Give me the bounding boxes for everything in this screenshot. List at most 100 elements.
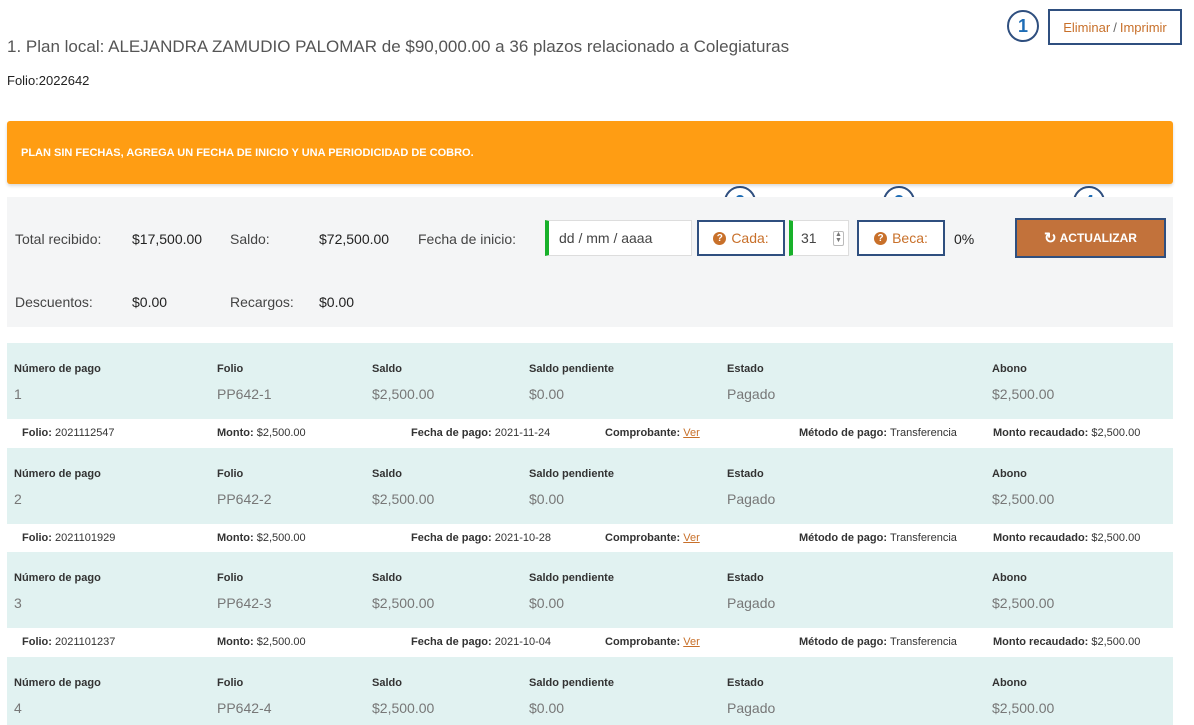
payment-abono: $2,500.00 <box>992 699 1055 716</box>
detail-label: Método de pago: <box>799 427 891 439</box>
detail-monto: Monto: $2,500.00 <box>217 427 306 439</box>
start-date-input[interactable]: dd / mm / aaaa <box>545 220 692 256</box>
detail-value: 2021101929 <box>55 531 116 544</box>
payment-abono: $2,500.00 <box>992 386 1055 402</box>
actions-separator: / <box>1113 19 1117 35</box>
payment-numero: 2 <box>14 490 22 507</box>
payment-saldo: $2,500.00 <box>372 699 435 716</box>
detail-value: $2,500.00 <box>256 427 306 439</box>
update-button[interactable]: ↻ ACTUALIZAR <box>1015 218 1166 258</box>
update-button-label: ACTUALIZAR <box>1059 231 1137 245</box>
view-receipt-link[interactable]: Ver <box>683 636 700 648</box>
detail-comprobante: Comprobante: Ver <box>605 427 700 439</box>
detail-monto-recaudado: Monto recaudado: $2,500.00 <box>993 532 1140 544</box>
payment-saldo-pendiente: $0.00 <box>529 490 565 507</box>
spinner-icon[interactable]: ▲ ▼ <box>833 231 844 246</box>
column-header-abono: Abono <box>992 363 1027 375</box>
question-circle-icon: ? <box>874 231 888 245</box>
refresh-icon: ↻ <box>1044 230 1057 247</box>
detail-label: Monto recaudado: <box>993 531 1092 544</box>
payment-estado: Pagado <box>727 595 776 611</box>
detail-label: Método de pago: <box>799 531 891 544</box>
detail-label: Monto recaudado: <box>993 636 1092 648</box>
detail-label: Monto: <box>217 427 257 439</box>
view-receipt-link[interactable]: Ver <box>683 427 700 439</box>
beca-label: Beca: <box>892 230 928 246</box>
payment-folio: PP642-4 <box>217 699 272 716</box>
payment-saldo: $2,500.00 <box>372 386 435 402</box>
delete-link[interactable]: Eliminar <box>1063 20 1110 35</box>
balance-label: Saldo: <box>230 231 270 247</box>
detail-value: $2,500.00 <box>256 636 306 648</box>
column-header-saldo: Saldo <box>372 572 402 584</box>
beca-help[interactable]: ? Beca: <box>857 220 945 256</box>
detail-label: Folio: <box>22 427 55 439</box>
column-header-estado: Estado <box>727 676 764 689</box>
marker-1: 1 <box>1007 10 1039 42</box>
payment-estado: Pagado <box>727 490 776 507</box>
detail-label: Fecha de pago: <box>411 531 495 544</box>
payment-saldo: $2,500.00 <box>372 490 435 507</box>
column-header-saldo: Saldo <box>372 363 402 375</box>
detail-value: 2021-11-24 <box>494 427 551 439</box>
payment-numero: 4 <box>14 699 22 716</box>
column-header-abono: Abono <box>992 467 1027 480</box>
start-date-placeholder: dd / mm / aaaa <box>559 230 653 246</box>
detail-value: Transferencia <box>890 636 957 648</box>
column-header-saldo-pendiente: Saldo pendiente <box>529 572 614 584</box>
payment-saldo-pendiente: $0.00 <box>529 699 565 716</box>
detail-value: $2,500.00 <box>1091 636 1141 648</box>
column-header-folio: Folio <box>217 572 244 584</box>
column-header-estado: Estado <box>727 572 764 584</box>
surcharges-value: $0.00 <box>319 294 355 310</box>
detail-value: 2021-10-04 <box>494 636 552 648</box>
detail-label: Comprobante: <box>605 427 684 439</box>
payment-row: Número de pago 2 Folio PP642-2 Saldo $2,500.0… <box>7 447 1173 524</box>
column-header-abono: Abono <box>992 676 1027 689</box>
payment-row: Número de pago 3 Folio PP642-3 Saldo $2,500.0… <box>7 552 1173 628</box>
total-received-label: Total recibido: <box>15 231 102 247</box>
plan-folio: Folio:2022642 <box>7 73 90 88</box>
cada-number-input[interactable]: 31 ▲ ▼ <box>789 220 849 256</box>
question-circle-icon: ? <box>713 231 727 245</box>
detail-value: $2,500.00 <box>1091 531 1141 544</box>
warning-alert: PLAN SIN FECHAS, AGREGA UN FECHA DE INIC… <box>7 121 1173 184</box>
detail-monto-recaudado: Monto recaudado: $2,500.00 <box>993 427 1140 439</box>
cada-help[interactable]: ? Cada: <box>697 220 785 256</box>
detail-monto-recaudado: Monto recaudado: $2,500.00 <box>993 636 1140 648</box>
column-header-folio: Folio <box>217 363 244 375</box>
detail-label: Fecha de pago: <box>411 636 495 648</box>
detail-value: $2,500.00 <box>256 531 306 544</box>
payment-saldo-pendiente: $0.00 <box>529 386 565 402</box>
detail-fecha: Fecha de pago: 2021-11-24 <box>411 427 550 439</box>
detail-value: 2021-10-28 <box>494 531 552 544</box>
payment-detail-row: Folio: 2021112547 Monto: $2,500.00 Fecha d… <box>7 419 1173 447</box>
payment-saldo: $2,500.00 <box>372 595 435 611</box>
payment-numero: 1 <box>14 386 22 402</box>
detail-label: Método de pago: <box>799 636 891 648</box>
detail-metodo: Método de pago: Transferencia <box>799 532 957 544</box>
cada-value: 31 <box>801 230 817 246</box>
column-header-saldo: Saldo <box>372 676 402 689</box>
detail-monto: Monto: $2,500.00 <box>217 532 306 544</box>
cada-label: Cada: <box>731 230 769 246</box>
column-header-estado: Estado <box>727 467 764 480</box>
payment-estado: Pagado <box>727 386 776 402</box>
detail-label: Monto: <box>217 531 257 544</box>
column-header-abono: Abono <box>992 572 1027 584</box>
detail-label: Folio: <box>22 636 55 648</box>
summary-panel <box>7 197 1173 327</box>
detail-monto: Monto: $2,500.00 <box>217 636 306 648</box>
view-receipt-link[interactable]: Ver <box>683 532 700 544</box>
print-link[interactable]: Imprimir <box>1120 20 1167 35</box>
detail-comprobante: Comprobante: Ver <box>605 636 700 648</box>
beca-value: 0% <box>954 231 975 247</box>
start-date-label: Fecha de inicio: <box>418 231 517 247</box>
detail-label: Monto recaudado: <box>993 427 1092 439</box>
total-received-value: $17,500.00 <box>132 231 203 247</box>
column-header-numero: Número de pago <box>14 676 101 689</box>
payment-detail-row: Folio: 2021101929 Monto: $2,500.00 Fecha d… <box>7 523 1173 552</box>
column-header-folio: Folio <box>217 467 244 480</box>
detail-value: $2,500.00 <box>1091 427 1141 439</box>
column-header-numero: Número de pago <box>14 363 101 375</box>
